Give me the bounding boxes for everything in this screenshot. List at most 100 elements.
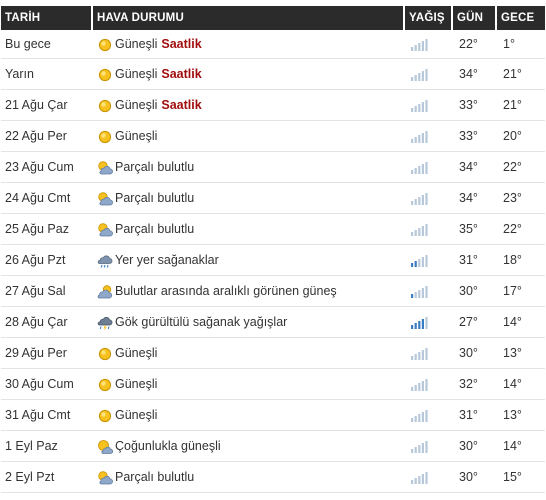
date-text: 30 Ağu Cum <box>5 377 74 391</box>
forecast-header-row: TARİH HAVA DURUMU YAĞIŞ GÜN GECE <box>1 6 545 30</box>
condition-cell: Güneşli Saatlik <box>97 66 401 82</box>
forecast-date: 22 Ağu Per <box>1 121 93 152</box>
column-header-rain: YAĞIŞ <box>405 6 453 30</box>
condition-text: Parçalı bulutlu <box>115 470 195 484</box>
rain-level-bars-icon <box>411 253 429 268</box>
forecast-rain <box>405 276 453 307</box>
forecast-day-temp: 34° <box>453 59 497 90</box>
column-header-date: TARİH <box>1 6 93 30</box>
forecast-row: 27 Ağu Sal Bulutlar arasında aralıklı gö… <box>1 276 545 307</box>
forecast-day-temp: 34° <box>453 152 497 183</box>
condition-text: Gök gürültülü sağanak yağışlar <box>115 315 288 329</box>
forecast-rain <box>405 245 453 276</box>
rain-level-bars-icon <box>411 160 429 175</box>
forecast-night-temp: 17° <box>497 276 545 307</box>
condition-cell: Yer yer sağanaklar <box>97 252 401 268</box>
rain-level-bars-icon <box>411 284 429 299</box>
column-header-day: GÜN <box>453 6 497 30</box>
forecast-date: 25 Ağu Paz <box>1 214 93 245</box>
condition-text: Güneşli <box>115 67 158 81</box>
hourly-forecast-link[interactable]: Saatlik <box>161 67 201 81</box>
condition-text: Yer yer sağanaklar <box>115 253 219 267</box>
forecast-condition: Çoğunlukla güneşli <box>93 431 405 462</box>
forecast-day-temp: 33° <box>453 121 497 152</box>
forecast-condition: Güneşli Saatlik <box>93 90 405 121</box>
date-text: Bu gece <box>5 37 51 51</box>
date-text: 29 Ağu Per <box>5 346 67 360</box>
forecast-rain <box>405 152 453 183</box>
forecast-day-temp: 32° <box>453 369 497 400</box>
rain-level-bars-icon <box>411 315 429 330</box>
forecast-condition: Güneşli <box>93 338 405 369</box>
condition-text: Parçalı bulutlu <box>115 222 195 236</box>
sun-icon <box>97 67 113 83</box>
forecast-day-temp: 22° <box>453 30 497 59</box>
forecast-date: 24 Ağu Cmt <box>1 183 93 214</box>
condition-cell: Çoğunlukla güneşli <box>97 438 401 454</box>
forecast-rain <box>405 214 453 245</box>
partly-cloudy-icon <box>97 191 113 207</box>
condition-text: Bulutlar arasında aralıklı görünen güneş <box>115 284 337 298</box>
forecast-night-temp: 13° <box>497 338 545 369</box>
forecast-rain <box>405 462 453 493</box>
forecast-date: 30 Ağu Cum <box>1 369 93 400</box>
hourly-forecast-link[interactable]: Saatlik <box>161 37 201 51</box>
forecast-condition: Parçalı bulutlu <box>93 462 405 493</box>
forecast-row: 21 Ağu Çar Güneşli Saatlik 33° 21° <box>1 90 545 121</box>
forecast-date: 27 Ağu Sal <box>1 276 93 307</box>
condition-cell: Gök gürültülü sağanak yağışlar <box>97 314 401 331</box>
rain-level-bars-icon <box>411 222 429 237</box>
forecast-widget: TARİH HAVA DURUMU YAĞIŞ GÜN GECE Bu gece… <box>0 6 546 500</box>
forecast-day-temp: 30° <box>453 462 497 493</box>
rain-level-bars-icon <box>411 439 429 454</box>
sun-icon <box>97 37 113 53</box>
showers-icon <box>97 253 113 269</box>
forecast-day-temp: 35° <box>453 214 497 245</box>
date-text: 31 Ağu Cmt <box>5 408 71 422</box>
condition-cell: Güneşli <box>97 407 401 423</box>
forecast-day-temp: 30° <box>453 276 497 307</box>
rain-level-bars-icon <box>411 346 429 361</box>
forecast-rain <box>405 369 453 400</box>
forecast-night-temp: 1° <box>497 30 545 59</box>
sun-icon <box>97 377 113 393</box>
condition-text: Parçalı bulutlu <box>115 191 195 205</box>
condition-cell: Güneşli Saatlik <box>97 36 401 52</box>
forecast-rain <box>405 90 453 121</box>
hourly-forecast-link[interactable]: Saatlik <box>161 98 201 112</box>
rain-level-bars-icon <box>411 129 429 144</box>
partly-cloudy-icon <box>97 160 113 176</box>
forecast-rain <box>405 30 453 59</box>
sun-icon <box>97 408 113 424</box>
forecast-row: 28 Ağu Çar Gök gürültülü sağanak yağışla… <box>1 307 545 338</box>
forecast-night-temp: 22° <box>497 214 545 245</box>
sun-icon <box>97 129 113 145</box>
sun-behind-cloud-icon <box>97 284 113 300</box>
rain-level-bars-icon <box>411 377 429 392</box>
forecast-condition: Yer yer sağanaklar <box>93 245 405 276</box>
forecast-day-temp: 30° <box>453 431 497 462</box>
date-text: 27 Ağu Sal <box>5 284 66 298</box>
rain-level-bars-icon <box>411 37 429 52</box>
date-text: 1 Eyl Paz <box>5 439 58 453</box>
forecast-condition: Parçalı bulutlu <box>93 183 405 214</box>
forecast-date: 23 Ağu Cum <box>1 152 93 183</box>
condition-cell: Parçalı bulutlu <box>97 159 401 175</box>
forecast-night-temp: 14° <box>497 431 545 462</box>
condition-cell: Güneşli <box>97 128 401 144</box>
forecast-night-temp: 14° <box>497 369 545 400</box>
forecast-day-temp: 31° <box>453 245 497 276</box>
forecast-rain <box>405 59 453 90</box>
condition-text: Güneşli <box>115 98 158 112</box>
forecast-row: 26 Ağu Pzt Yer yer sağanaklar 31° 18° <box>1 245 545 276</box>
forecast-row: 25 Ağu Paz Parçalı bulutlu 35° 22° <box>1 214 545 245</box>
forecast-row: 30 Ağu Cum Güneşli 32° 14° <box>1 369 545 400</box>
forecast-condition: Parçalı bulutlu <box>93 214 405 245</box>
forecast-night-temp: 13° <box>497 400 545 431</box>
date-text: Yarın <box>5 67 34 81</box>
forecast-rain <box>405 307 453 338</box>
forecast-condition: Güneşli <box>93 121 405 152</box>
forecast-row: 31 Ağu Cmt Güneşli 31° 13° <box>1 400 545 431</box>
forecast-row: 1 Eyl Paz Çoğunlukla güneşli 30° 14° <box>1 431 545 462</box>
forecast-date: 21 Ağu Çar <box>1 90 93 121</box>
